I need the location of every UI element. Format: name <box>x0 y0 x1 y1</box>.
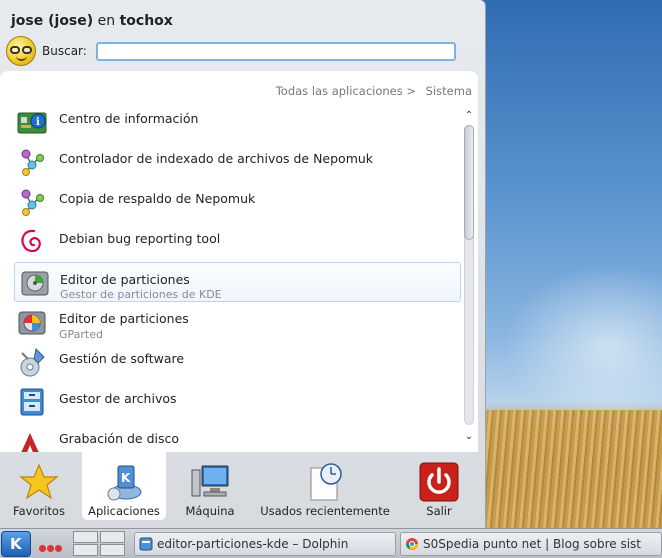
app-name: Controlador de indexado de archivos de N… <box>59 151 374 166</box>
kde-menu-button[interactable]: K <box>1 531 31 557</box>
app-subtitle: GParted <box>59 328 103 341</box>
task-dolphin[interactable]: editor-particiones-kde – Dolphin <box>134 532 396 556</box>
applications-panel: Todas las aplicaciones > Sistema i Centr… <box>0 71 478 452</box>
taskbar: K editor-particiones-kde – Dolphin S0Spe… <box>0 528 662 558</box>
app-name: Copia de respaldo de Nepomuk <box>59 191 256 206</box>
app-name: Editor de particiones <box>60 272 190 287</box>
tab-label: Salir <box>426 504 452 518</box>
app-item-software-management[interactable]: Gestión de software <box>12 342 462 382</box>
kde-logo-icon: K <box>10 535 22 553</box>
scroll-down-button[interactable]: ⌄ <box>463 431 475 443</box>
file-manager-icon <box>20 388 44 416</box>
info-center-icon: i <box>17 112 47 134</box>
task-chrome[interactable]: S0Spedia punto net | Blog sobre sist <box>400 532 662 556</box>
nepomuk-icon <box>21 189 44 216</box>
gparted-icon <box>18 311 46 335</box>
app-name: Grabación de disco <box>59 431 180 446</box>
tab-label: Máquina <box>185 504 235 518</box>
task-title: S0Spedia punto net | Blog sobre sist <box>423 537 642 551</box>
kickoff-launcher: jose (jose) en tochox Buscar: Todas las … <box>0 0 486 528</box>
star-icon <box>19 463 59 500</box>
host-name: tochox <box>119 13 173 29</box>
pager-desktop-1[interactable] <box>73 531 98 543</box>
search-input[interactable] <box>96 42 456 61</box>
disc-burning-icon <box>21 433 39 452</box>
pager-desktop-2[interactable] <box>100 531 125 543</box>
partition-manager-icon <box>21 271 49 296</box>
app-name: Editor de particiones <box>59 311 189 326</box>
application-list: i Centro de información Controlador de i… <box>12 102 462 452</box>
app-item-disc-burning[interactable]: Grabación de disco <box>12 422 462 452</box>
breadcrumb-current[interactable]: Sistema <box>426 84 472 98</box>
user-name: jose (jose) <box>11 13 94 29</box>
app-item-nepomuk-backup[interactable]: Copia de respaldo de Nepomuk <box>12 182 462 222</box>
app-item-nepomuk-indexer[interactable]: Controlador de indexado de archivos de N… <box>12 142 462 182</box>
app-subtitle: Gestor de particiones de KDE <box>60 288 222 301</box>
debian-swirl-icon <box>21 229 41 253</box>
computer-icon <box>191 465 229 497</box>
breadcrumb-all-apps[interactable]: Todas las aplicaciones > <box>276 84 416 98</box>
dolphin-icon <box>139 537 153 551</box>
app-name: Gestión de software <box>59 351 185 366</box>
applications-icon: K <box>107 465 142 501</box>
kickoff-tab-bar: Favoritos K Aplicaciones Máquina Usados … <box>0 452 478 520</box>
wallpaper-wheat-field <box>486 410 662 528</box>
tab-label: Usados recientemente <box>260 504 390 518</box>
software-management-icon <box>20 347 45 377</box>
app-name: Gestor de archivos <box>59 391 177 406</box>
app-item-partition-manager[interactable]: Editor de particiones Gestor de particio… <box>14 262 461 302</box>
app-item-file-manager[interactable]: Gestor de archivos <box>12 382 462 422</box>
app-item-centro-informacion[interactable]: i Centro de información <box>12 102 462 142</box>
pager-desktop-3[interactable] <box>73 544 98 556</box>
svg-text:K: K <box>121 471 131 485</box>
task-title: editor-particiones-kde – Dolphin <box>157 537 349 551</box>
recent-document-icon <box>310 463 342 501</box>
pager-desktop-4[interactable] <box>100 544 125 556</box>
scroll-up-button[interactable]: ⌃ <box>463 110 475 122</box>
wallpaper-clouds <box>486 250 662 410</box>
virtual-desktop-pager <box>73 531 127 557</box>
svg-text:i: i <box>36 117 40 128</box>
app-name: Debian bug reporting tool <box>59 231 221 246</box>
tab-label: Favoritos <box>13 504 65 518</box>
app-item-debian-bug-tool[interactable]: Debian bug reporting tool <box>12 222 462 262</box>
activity-switcher[interactable] <box>39 541 63 555</box>
tab-usados-recientemente[interactable]: Usados recientemente <box>256 452 394 520</box>
tab-salir[interactable]: Salir <box>404 452 474 520</box>
tab-maquina[interactable]: Máquina <box>170 452 250 520</box>
scrollbar-thumb[interactable] <box>464 125 474 240</box>
user-avatar-icon <box>6 36 36 66</box>
user-host-line: jose (jose) en tochox <box>11 13 173 29</box>
tab-label: Aplicaciones <box>88 504 160 518</box>
on-text: en <box>97 13 116 29</box>
chrome-icon <box>406 538 418 550</box>
app-item-gparted[interactable]: Editor de particiones GParted <box>12 302 462 342</box>
nepomuk-icon <box>21 149 44 176</box>
breadcrumb: Todas las aplicaciones > Sistema <box>270 84 472 98</box>
app-name: Centro de información <box>59 111 199 126</box>
power-icon <box>419 462 459 502</box>
search-label: Buscar: <box>42 44 87 58</box>
tab-aplicaciones[interactable]: K Aplicaciones <box>82 452 166 520</box>
tab-favoritos[interactable]: Favoritos <box>0 452 78 520</box>
